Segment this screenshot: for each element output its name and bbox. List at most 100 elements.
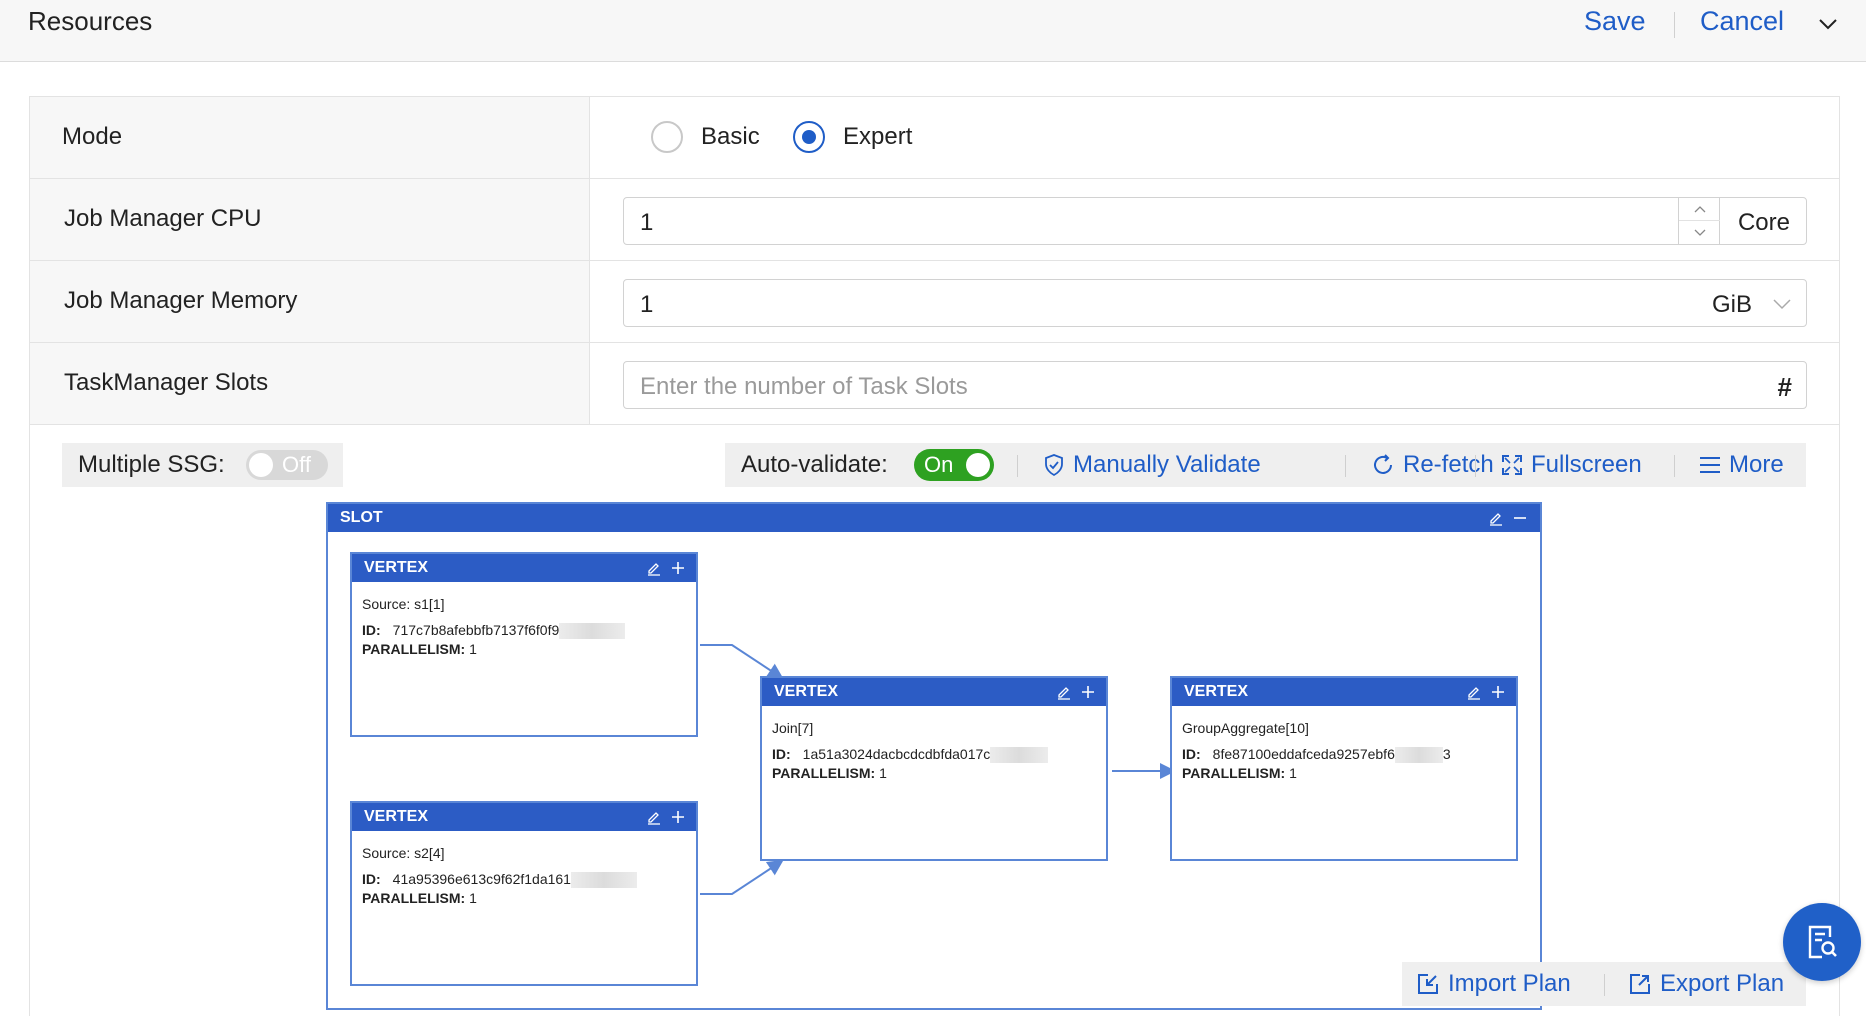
radio-circle[interactable] bbox=[793, 121, 825, 153]
redacted-id-part bbox=[559, 623, 626, 640]
jm-memory-row: Job Manager Memory 1 GiB bbox=[30, 261, 1839, 343]
plan-actions: Import Plan Export Plan bbox=[1402, 962, 1806, 1006]
redacted-id-part bbox=[1394, 747, 1443, 764]
auto-validate-label: Auto-validate: bbox=[741, 451, 888, 478]
stepper-down-icon[interactable] bbox=[1679, 221, 1720, 244]
chevron-down-icon[interactable] bbox=[1772, 294, 1792, 314]
vertex-title: VERTEX bbox=[1184, 683, 1249, 700]
jm-memory-value[interactable]: 1 bbox=[640, 291, 653, 319]
id-label: ID: bbox=[362, 871, 381, 887]
toggle-state: Off bbox=[282, 452, 311, 477]
vertex-title: VERTEX bbox=[364, 559, 429, 576]
redacted-id-part bbox=[990, 747, 1049, 764]
mode-row: Mode Basic Expert bbox=[30, 97, 1839, 179]
export-plan-label: Export Plan bbox=[1660, 970, 1785, 997]
toggle-knob bbox=[966, 453, 990, 477]
fullscreen-icon bbox=[1502, 455, 1522, 475]
parallelism-value: 1 bbox=[879, 765, 887, 781]
vertex-id-tail: 3 bbox=[1442, 746, 1451, 762]
chevron-down-icon[interactable] bbox=[1816, 12, 1840, 36]
manually-validate-button[interactable]: Manually Validate bbox=[1043, 451, 1261, 479]
more-label: More bbox=[1729, 451, 1784, 478]
vertex-name: Join[7] bbox=[772, 720, 814, 736]
slot-container[interactable]: SLOT VERTEX Source: s1[1] ID: 717c7b8afeb… bbox=[326, 502, 1542, 1010]
parallelism-label: PARALLELISM: bbox=[362, 641, 466, 657]
jm-memory-input[interactable]: 1 GiB bbox=[623, 279, 1807, 327]
stepper-up-icon[interactable] bbox=[1679, 198, 1720, 221]
jm-cpu-row: Job Manager CPU 1 Core bbox=[30, 179, 1839, 261]
edge-s1-join bbox=[700, 644, 784, 680]
divider bbox=[1604, 974, 1605, 996]
edge-s2-join bbox=[700, 859, 784, 895]
tm-slots-row: TaskManager Slots Enter the number of Ta… bbox=[30, 343, 1839, 425]
cpu-stepper[interactable] bbox=[1678, 198, 1720, 244]
vertex-id: 1a51a3024dacbcdcdbfda017c bbox=[802, 746, 991, 762]
multiple-ssg-box: Multiple SSG: Off bbox=[62, 443, 343, 487]
vertex-join[interactable]: VERTEX Join[7] ID: 1a51a3024dacbcdcdbfda0… bbox=[760, 676, 1108, 861]
cancel-button[interactable]: Cancel bbox=[1700, 6, 1784, 37]
edit-icon[interactable] bbox=[1056, 684, 1072, 700]
toggle-state: On bbox=[924, 452, 954, 477]
auto-validate-toggle[interactable]: On bbox=[914, 449, 994, 481]
parallelism-label: PARALLELISM: bbox=[1182, 765, 1286, 781]
vertex-header: VERTEX bbox=[352, 554, 696, 582]
parallelism-value: 1 bbox=[469, 890, 477, 906]
page-title: Resources bbox=[28, 6, 153, 36]
mode-label: Mode bbox=[62, 123, 123, 150]
menu-icon bbox=[1700, 457, 1720, 473]
toolbar-divider bbox=[1674, 455, 1675, 477]
parallelism-label: PARALLELISM: bbox=[362, 890, 466, 906]
vertex-header: VERTEX bbox=[352, 803, 696, 831]
id-label: ID: bbox=[362, 622, 381, 638]
toggle-knob bbox=[249, 453, 273, 477]
export-icon bbox=[1630, 974, 1650, 994]
vertex-name: GroupAggregate[10] bbox=[1182, 720, 1309, 736]
tm-slots-input[interactable]: Enter the number of Task Slots # bbox=[623, 361, 1807, 409]
mode-basic-radio[interactable]: Basic bbox=[651, 119, 760, 155]
parallelism-value: 1 bbox=[1289, 765, 1297, 781]
vertex-title: VERTEX bbox=[774, 683, 839, 700]
id-label: ID: bbox=[1182, 746, 1201, 762]
multiple-ssg-toggle[interactable]: Off bbox=[246, 450, 328, 480]
jm-cpu-value[interactable]: 1 bbox=[640, 209, 653, 237]
vertex-source-s2[interactable]: VERTEX Source: s2[4] ID: 41a95396e613c9f6… bbox=[350, 801, 698, 986]
vertex-source-s1[interactable]: VERTEX Source: s1[1] ID: 717c7b8afebbfb71… bbox=[350, 552, 698, 737]
plus-icon[interactable] bbox=[1490, 684, 1506, 700]
jm-memory-label: Job Manager Memory bbox=[64, 287, 298, 314]
jm-cpu-input[interactable]: 1 Core bbox=[623, 197, 1807, 245]
more-button[interactable]: More bbox=[1699, 451, 1784, 479]
import-plan-button[interactable]: Import Plan bbox=[1416, 970, 1571, 998]
header-divider bbox=[1674, 12, 1675, 38]
parallelism-value: 1 bbox=[469, 641, 477, 657]
vertex-name: Source: s1[1] bbox=[362, 596, 445, 612]
plus-icon[interactable] bbox=[1080, 684, 1096, 700]
vertex-group-aggregate[interactable]: VERTEX GroupAggregate[10] ID: 8fe87100edd… bbox=[1170, 676, 1518, 861]
refresh-icon bbox=[1374, 454, 1392, 474]
shield-check-icon bbox=[1045, 454, 1063, 477]
fullscreen-label: Fullscreen bbox=[1531, 451, 1642, 478]
radio-circle[interactable] bbox=[651, 121, 683, 153]
search-doc-icon bbox=[1808, 925, 1837, 959]
graph-toolbar: Auto-validate: On Manually Validate Re-f… bbox=[725, 443, 1806, 487]
page-header: Resources Save Cancel bbox=[0, 0, 1866, 62]
save-button[interactable]: Save bbox=[1584, 6, 1646, 37]
tm-slots-placeholder[interactable]: Enter the number of Task Slots bbox=[640, 373, 968, 401]
hash-icon: # bbox=[1777, 372, 1792, 402]
multiple-ssg-label: Multiple SSG: bbox=[78, 451, 225, 478]
redacted-id-part bbox=[570, 872, 637, 889]
tm-slots-label: TaskManager Slots bbox=[64, 369, 269, 396]
edit-icon[interactable] bbox=[646, 809, 662, 825]
jm-cpu-label: Job Manager CPU bbox=[64, 205, 262, 232]
fullscreen-button[interactable]: Fullscreen bbox=[1501, 451, 1642, 479]
plus-icon[interactable] bbox=[670, 809, 686, 825]
import-plan-label: Import Plan bbox=[1448, 970, 1571, 997]
floating-help-button[interactable] bbox=[1783, 903, 1861, 981]
toolbar-divider bbox=[1017, 455, 1018, 477]
mode-expert-radio[interactable]: Expert bbox=[793, 119, 912, 155]
edit-icon[interactable] bbox=[646, 560, 662, 576]
export-plan-button[interactable]: Export Plan bbox=[1628, 970, 1784, 998]
plus-icon[interactable] bbox=[670, 560, 686, 576]
edit-icon[interactable] bbox=[1466, 684, 1482, 700]
memory-unit-select[interactable]: GiB bbox=[1712, 291, 1752, 319]
mode-expert-label: Expert bbox=[843, 123, 913, 150]
